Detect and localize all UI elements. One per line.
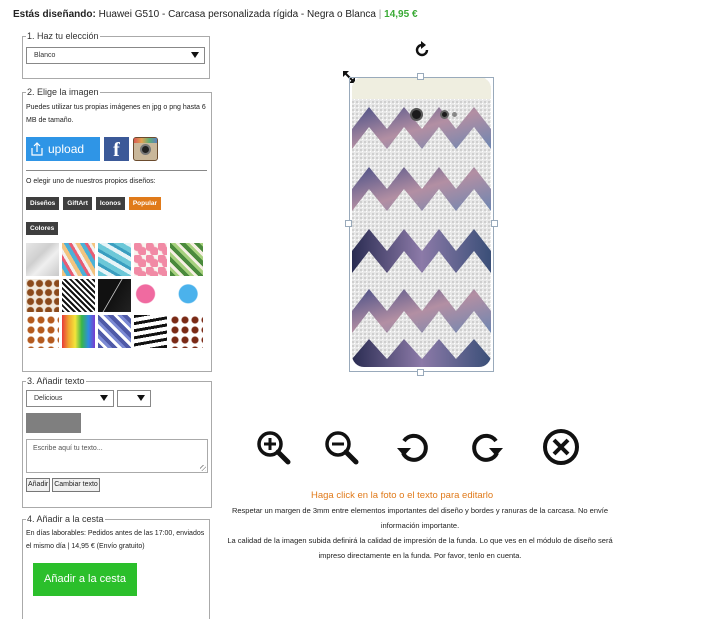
shipping-info: En días laborables: Pedidos antes de las… (26, 530, 205, 550)
category-popular[interactable]: Popular (128, 197, 162, 210)
design-tile[interactable] (26, 243, 59, 276)
design-tile[interactable] (170, 315, 203, 348)
chevron-down-icon (100, 395, 108, 401)
designing-label: Estás diseñando: (13, 9, 96, 20)
resize-handle-bottom[interactable] (417, 369, 424, 376)
margin-note: Respetar un margen de 3mm entre elemento… (231, 506, 609, 530)
page-title: Estás diseñando: Huawei G510 - Carcasa p… (13, 9, 418, 20)
design-tile[interactable] (26, 315, 59, 348)
design-tile[interactable] (98, 279, 131, 312)
color-select-value: Blanco (34, 52, 56, 59)
zoom-out-icon[interactable] (322, 428, 360, 466)
facebook-button[interactable]: f (104, 137, 129, 161)
editor-toolbar (254, 428, 594, 468)
category-row: Diseños GiftArt Iconos Popular (26, 197, 208, 210)
phone-preview[interactable] (345, 73, 498, 376)
selection-frame (349, 77, 494, 372)
step-add-to-cart: 4. Añadir a la cesta En días laborables:… (22, 514, 210, 619)
divider (26, 170, 207, 171)
add-text-button[interactable]: Añadir (26, 478, 51, 492)
color-select[interactable]: Blanco (26, 47, 205, 64)
step4-legend: 4. Añadir a la cesta (27, 514, 104, 524)
design-tile[interactable] (98, 243, 131, 276)
design-tile[interactable] (134, 243, 167, 276)
product-name: Huawei G510 - Carcasa personalizada rígi… (98, 9, 376, 20)
step-add-text: 3. Añadir texto Delicious Escribe aquí t… (22, 376, 212, 508)
text-input-placeholder: Escribe aquí tu texto... (33, 445, 103, 452)
design-tile[interactable] (134, 315, 167, 348)
category-colores[interactable]: Colores (26, 222, 59, 235)
title-separator: | (378, 9, 382, 20)
add-to-cart-button[interactable]: Añadir a la cesta (33, 563, 137, 596)
text-input[interactable]: Escribe aquí tu texto... (26, 439, 208, 473)
own-designs-text: O elegir uno de nuestros propios diseños… (26, 178, 156, 185)
category-row-2: Colores (26, 222, 208, 235)
upload-label: upload (48, 142, 85, 156)
font-size-select[interactable] (117, 390, 151, 407)
chevron-down-icon (137, 395, 145, 401)
upload-row: upload f (26, 137, 208, 161)
change-text-button[interactable]: Cambiar texto (52, 478, 100, 492)
design-tiles (26, 243, 208, 348)
category-iconos[interactable]: Iconos (95, 197, 125, 210)
rotate-right-icon[interactable] (468, 428, 506, 466)
step2-legend: 2. Elige la imagen (27, 87, 99, 97)
resize-handle-top[interactable] (417, 73, 424, 80)
instagram-icon (134, 138, 157, 143)
facebook-icon: f (113, 139, 120, 161)
resize-grip-icon[interactable] (200, 465, 206, 471)
font-row: Delicious (26, 390, 208, 407)
upload-icon (31, 142, 43, 156)
remove-icon[interactable] (542, 428, 580, 466)
quality-note: La calidad de la imagen subida definirá … (227, 536, 613, 560)
rotate-left-icon[interactable] (394, 428, 432, 466)
category-disenos[interactable]: Diseños (26, 197, 60, 210)
step3-legend: 3. Añadir texto (27, 376, 85, 386)
design-tile[interactable] (62, 279, 95, 312)
product-price: 14,95 € (384, 9, 418, 20)
step-choose-image: 2. Elige la imagen Puedes utilizar tus p… (22, 87, 212, 372)
design-tile[interactable] (134, 279, 167, 312)
chevron-down-icon (191, 52, 199, 58)
design-tile[interactable] (98, 315, 131, 348)
step1-legend: 1. Haz tu elección (27, 31, 99, 41)
text-button-row: Añadir Cambiar texto (26, 478, 208, 492)
design-tile[interactable] (62, 243, 95, 276)
edit-hint: Haga click en la foto o el texto para ed… (311, 490, 494, 501)
font-select-value: Delicious (34, 395, 63, 402)
design-tile[interactable] (170, 279, 203, 312)
camera-lens-icon (140, 144, 151, 155)
rotate-handle-icon[interactable] (413, 41, 431, 59)
resize-handle-right[interactable] (491, 220, 498, 227)
step-choose-color: 1. Haz tu elección Blanco (22, 31, 210, 79)
design-tile[interactable] (170, 243, 203, 276)
text-color-swatch[interactable] (26, 413, 81, 433)
upload-help-text: Puedes utilizar tus propias imágenes en … (26, 104, 206, 124)
category-giftart[interactable]: GiftArt (63, 197, 92, 210)
resize-handle-left[interactable] (345, 220, 352, 227)
instagram-button[interactable] (133, 137, 158, 161)
design-tile[interactable] (26, 279, 59, 312)
design-tile[interactable] (62, 315, 95, 348)
font-select[interactable]: Delicious (26, 390, 114, 407)
zoom-in-icon[interactable] (254, 428, 292, 466)
upload-button[interactable]: upload (26, 137, 100, 161)
